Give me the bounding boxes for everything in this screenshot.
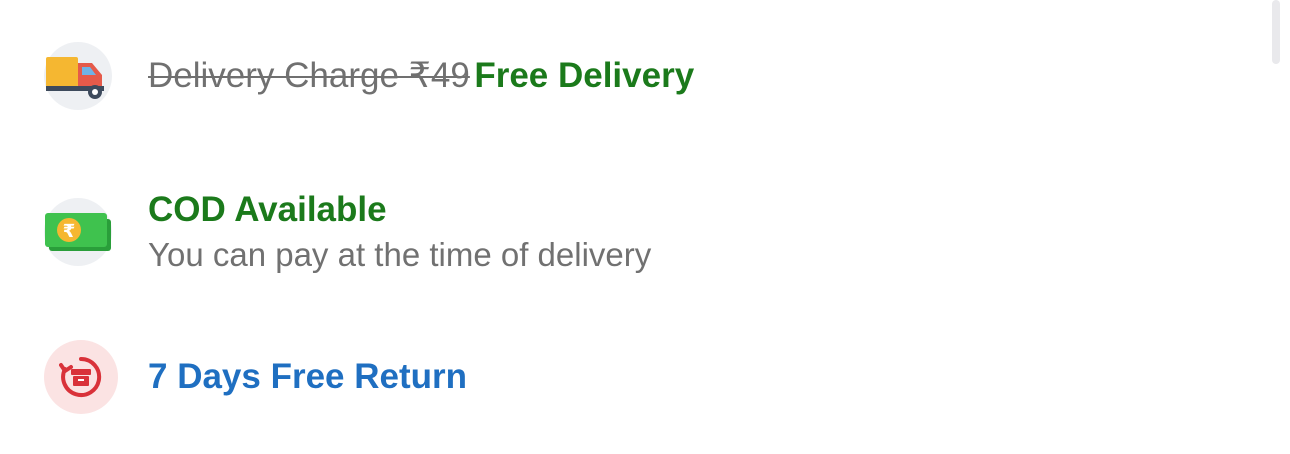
- scrollbar[interactable]: [1272, 0, 1280, 64]
- delivery-truck-icon: [44, 42, 112, 110]
- rupee-cash-icon: ₹: [44, 198, 112, 266]
- return-box-icon: [44, 340, 118, 414]
- original-delivery-charge: Delivery Charge ₹49: [148, 56, 470, 95]
- return-info-row: 7 Days Free Return: [44, 340, 467, 414]
- delivery-info-row: Delivery Charge ₹49 Free Delivery: [44, 42, 694, 110]
- free-return-title: 7 Days Free Return: [148, 357, 468, 396]
- svg-text:₹: ₹: [63, 221, 76, 242]
- cod-info-row: ₹ COD Available You can pay at the time …: [44, 190, 651, 274]
- cod-subtitle: You can pay at the time of delivery: [148, 236, 652, 273]
- free-delivery-label: Free Delivery: [474, 56, 695, 95]
- cod-title: COD Available: [148, 190, 387, 229]
